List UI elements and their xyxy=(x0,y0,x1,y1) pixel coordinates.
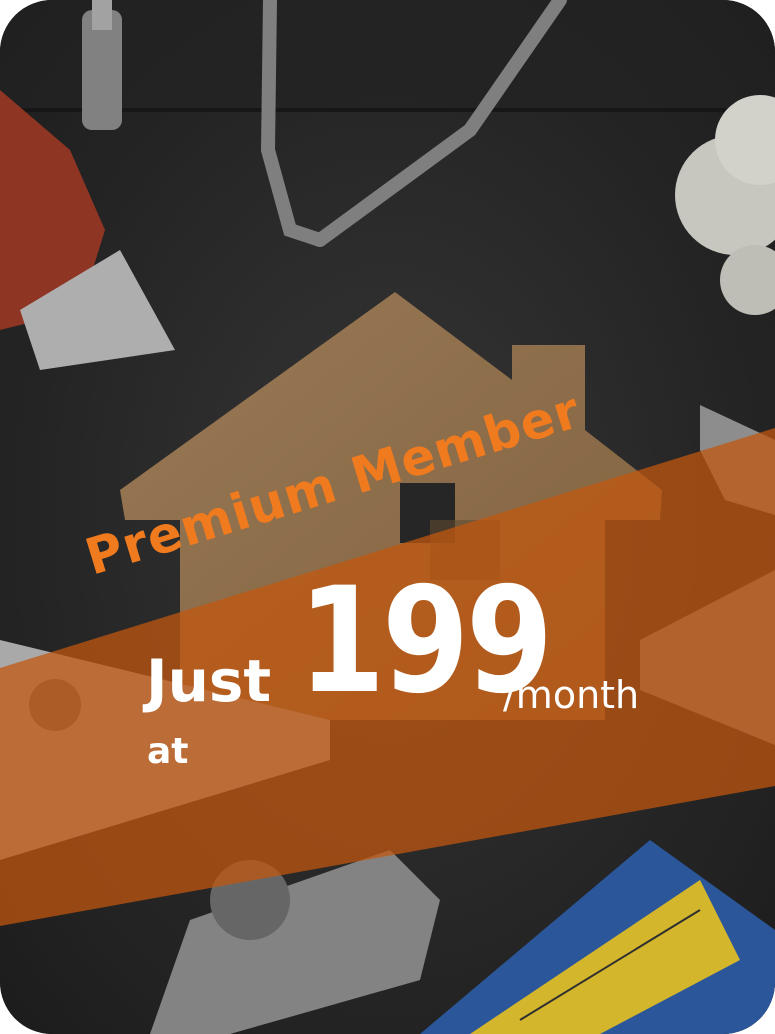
price-period: /month xyxy=(503,673,640,717)
price-prefix-line1: Just xyxy=(146,647,272,715)
promo-text: Premium Member Just at 199 /month xyxy=(0,0,775,1034)
price-prefix-line2: at xyxy=(147,731,189,772)
promo-card[interactable]: Premium Member Just at 199 /month xyxy=(0,0,775,1034)
premium-member-label: Premium Member xyxy=(78,380,588,587)
